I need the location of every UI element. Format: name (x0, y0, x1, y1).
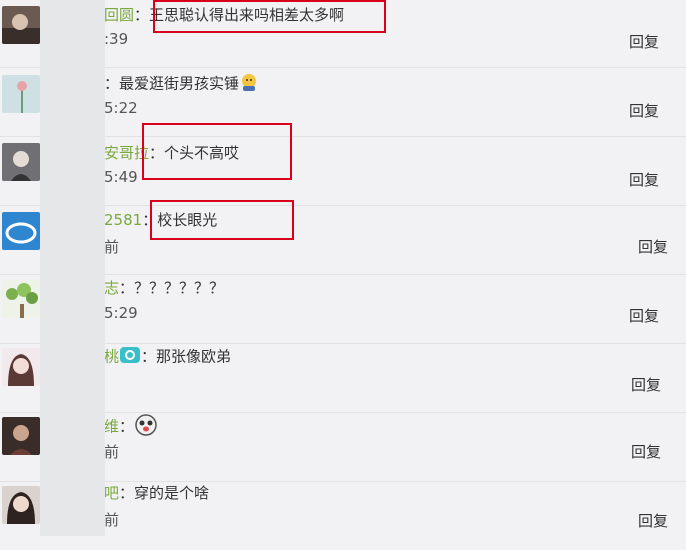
comment-time: 5:49 (104, 168, 138, 186)
comment-text: ： (119, 417, 135, 436)
comment-time: :39 (104, 30, 129, 48)
highlight-box (153, 0, 386, 33)
comment-time: 5:29 (104, 304, 138, 322)
funny-face-icon (134, 413, 158, 441)
highlight-box (150, 200, 294, 240)
comment-text: ：最爱逛街男孩实锤 (104, 74, 240, 93)
reply-button[interactable]: 回复 (631, 441, 661, 462)
comment-text: ：穿的是个啥 (119, 484, 210, 502)
comment-time: 前 (104, 238, 120, 256)
avatar[interactable] (2, 75, 40, 113)
reply-button[interactable]: 回复 (629, 100, 659, 121)
comment-time: 前 (104, 511, 120, 529)
reply-button[interactable]: 回复 (631, 374, 661, 395)
avatar[interactable] (2, 6, 40, 44)
thinking-face-icon (239, 72, 259, 96)
reply-button[interactable]: 回复 (638, 236, 668, 257)
highlight-box (142, 123, 292, 180)
commenter-name[interactable]: 维 (104, 418, 119, 436)
avatar[interactable] (2, 280, 40, 318)
comment-time: 前 (104, 443, 120, 461)
comment-text: ：？？？？？？ (119, 279, 225, 297)
commenter-name[interactable]: 志 (104, 279, 119, 297)
camera-badge-icon (119, 345, 141, 369)
commenter-name[interactable]: 吧 (104, 484, 119, 502)
reply-button[interactable]: 回复 (629, 31, 659, 52)
commenter-name[interactable]: 桃 (104, 348, 119, 366)
avatar[interactable] (2, 212, 40, 250)
reply-button[interactable]: 回复 (629, 169, 659, 190)
commenter-name[interactable]: 回圆 (104, 6, 134, 24)
reply-button[interactable]: 回复 (629, 305, 659, 326)
comment-text: ：那张像欧弟 (141, 347, 232, 366)
redaction-strip (40, 0, 105, 536)
commenter-name[interactable]: 2581 (104, 211, 142, 229)
avatar[interactable] (2, 417, 40, 455)
reply-button[interactable]: 回复 (638, 510, 668, 531)
comment-time: 5:22 (104, 99, 138, 117)
avatar[interactable] (2, 143, 40, 181)
avatar[interactable] (2, 486, 40, 524)
avatar[interactable] (2, 348, 40, 386)
